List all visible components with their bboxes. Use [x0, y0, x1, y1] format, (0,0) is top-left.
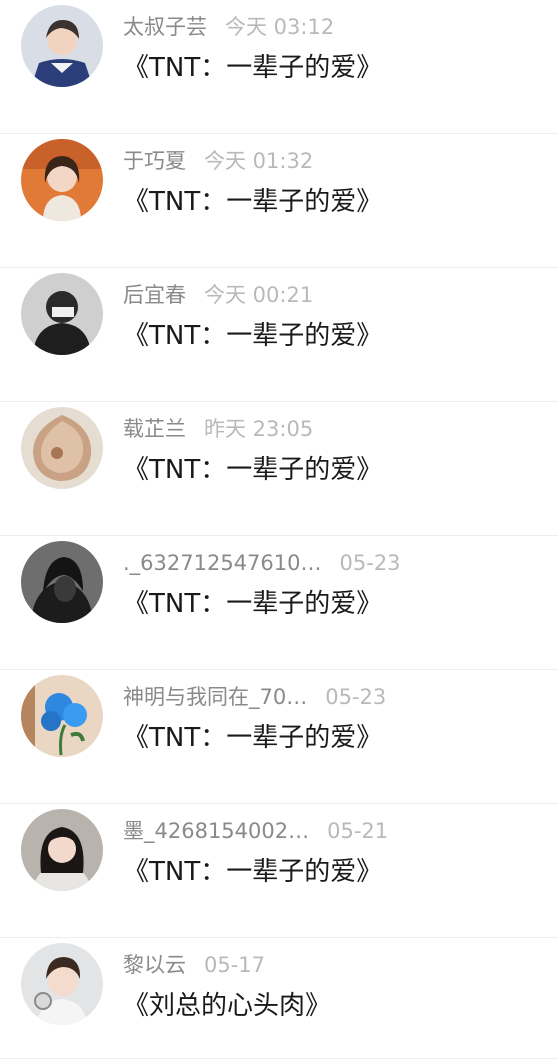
user-avatar-icon — [21, 541, 103, 623]
message-meta: ._632712547610… 05-23 — [123, 548, 401, 578]
avatar[interactable] — [21, 943, 103, 1025]
avatar[interactable] — [21, 541, 103, 623]
sender-name: ._632712547610… — [123, 551, 322, 575]
message-item[interactable]: 后宜春 今天 00:21 《TNT：一辈子的爱》 — [0, 268, 558, 402]
user-avatar-icon — [21, 943, 103, 1025]
sender-name: 神明与我同在_70… — [123, 685, 308, 709]
message-title: 《TNT：一辈子的爱》 — [123, 321, 383, 351]
message-item[interactable]: ._632712547610… 05-23 《TNT：一辈子的爱》 — [0, 536, 558, 670]
sender-name: 后宜春 — [123, 283, 186, 307]
avatar[interactable] — [21, 809, 103, 891]
sender-name: 于巧夏 — [123, 149, 186, 173]
message-item[interactable]: 太叔子芸 今天 03:12 《TNT：一辈子的爱》 — [0, 0, 558, 134]
message-meta: 后宜春 今天 00:21 — [123, 280, 313, 310]
message-title: 《TNT：一辈子的爱》 — [123, 723, 383, 753]
user-avatar-icon — [21, 675, 103, 757]
message-list: 太叔子芸 今天 03:12 《TNT：一辈子的爱》 于巧夏 今天 01:32 《TN… — [0, 0, 558, 1059]
message-meta: 黎以云 05-17 — [123, 950, 265, 980]
message-title: 《TNT：一辈子的爱》 — [123, 857, 383, 887]
user-avatar-icon — [21, 273, 103, 355]
sender-name: 墨_4268154002… — [123, 819, 310, 843]
avatar[interactable] — [21, 139, 103, 221]
timestamp: 05-23 — [339, 551, 401, 575]
message-meta: 载芷兰 昨天 23:05 — [123, 414, 313, 444]
message-item[interactable]: 黎以云 05-17 《刘总的心头肉》 — [0, 938, 558, 1059]
message-title: 《TNT：一辈子的爱》 — [123, 53, 383, 83]
avatar[interactable] — [21, 407, 103, 489]
timestamp: 昨天 23:05 — [204, 417, 314, 441]
message-item[interactable]: 神明与我同在_70… 05-23 《TNT：一辈子的爱》 — [0, 670, 558, 804]
sender-name: 载芷兰 — [123, 417, 186, 441]
timestamp: 05-21 — [327, 819, 389, 843]
message-item[interactable]: 载芷兰 昨天 23:05 《TNT：一辈子的爱》 — [0, 402, 558, 536]
message-title: 《刘总的心头肉》 — [123, 991, 332, 1021]
user-avatar-icon — [21, 5, 103, 87]
user-avatar-icon — [21, 139, 103, 221]
message-meta: 于巧夏 今天 01:32 — [123, 146, 313, 176]
timestamp: 今天 00:21 — [204, 283, 314, 307]
timestamp: 今天 03:12 — [225, 15, 335, 39]
message-item[interactable]: 墨_4268154002… 05-21 《TNT：一辈子的爱》 — [0, 804, 558, 938]
timestamp: 05-17 — [204, 953, 266, 977]
message-title: 《TNT：一辈子的爱》 — [123, 455, 383, 485]
message-title: 《TNT：一辈子的爱》 — [123, 589, 383, 619]
avatar[interactable] — [21, 5, 103, 87]
message-meta: 墨_4268154002… 05-21 — [123, 816, 388, 846]
sender-name: 太叔子芸 — [123, 15, 207, 39]
avatar[interactable] — [21, 273, 103, 355]
timestamp: 05-23 — [325, 685, 387, 709]
message-meta: 神明与我同在_70… 05-23 — [123, 682, 386, 712]
message-title: 《TNT：一辈子的爱》 — [123, 187, 383, 217]
message-item[interactable]: 于巧夏 今天 01:32 《TNT：一辈子的爱》 — [0, 134, 558, 268]
sender-name: 黎以云 — [123, 953, 186, 977]
user-avatar-icon — [21, 407, 103, 489]
avatar[interactable] — [21, 675, 103, 757]
user-avatar-icon — [21, 809, 103, 891]
timestamp: 今天 01:32 — [204, 149, 314, 173]
message-meta: 太叔子芸 今天 03:12 — [123, 12, 334, 42]
